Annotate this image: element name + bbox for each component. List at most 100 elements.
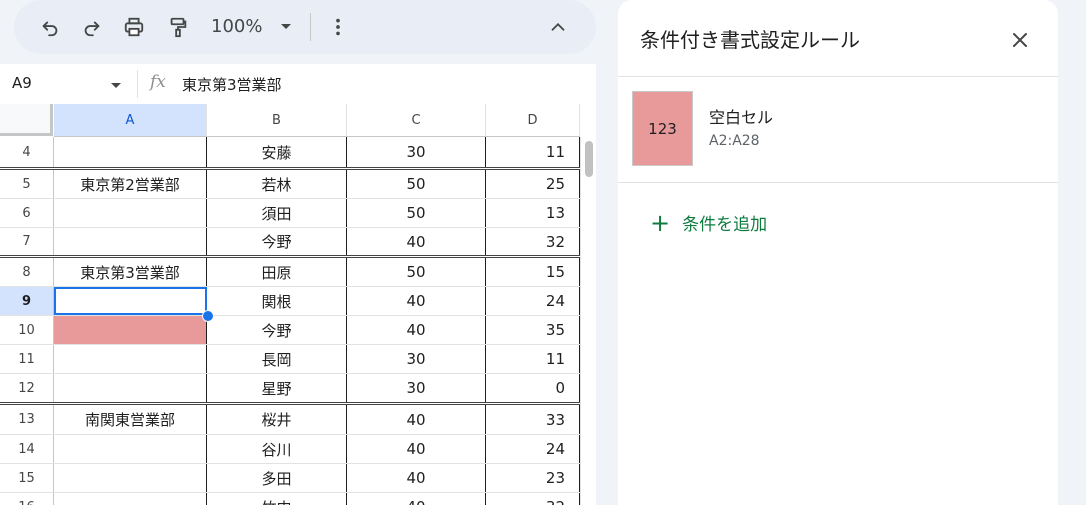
cell-b[interactable]: 安藤 bbox=[207, 137, 347, 167]
table-row: 10 今野 40 35 bbox=[0, 316, 580, 345]
row-header[interactable]: 16 bbox=[0, 493, 54, 505]
row-header[interactable]: 7 bbox=[0, 228, 54, 255]
cell-c[interactable]: 30 bbox=[347, 345, 486, 373]
table-row: 13 南関東営業部 桜井 40 33 bbox=[0, 405, 580, 435]
row-header[interactable]: 13 bbox=[0, 405, 54, 434]
cell-c[interactable]: 40 bbox=[347, 493, 486, 505]
column-header-c[interactable]: C bbox=[347, 104, 486, 137]
cell-b[interactable]: 関根 bbox=[207, 287, 347, 315]
cell-d[interactable]: 11 bbox=[486, 345, 580, 373]
cell-b[interactable]: 田原 bbox=[207, 258, 347, 286]
cell-b[interactable]: 竹内 bbox=[207, 493, 347, 505]
cell-c[interactable]: 40 bbox=[347, 228, 486, 255]
cell-a[interactable] bbox=[54, 199, 207, 227]
cell-d[interactable]: 32 bbox=[486, 228, 580, 255]
column-header-d[interactable]: D bbox=[486, 104, 580, 137]
cell-d[interactable]: 23 bbox=[486, 464, 580, 492]
row-header[interactable]: 10 bbox=[0, 316, 54, 344]
cell-c[interactable]: 30 bbox=[347, 137, 486, 167]
cell-a[interactable] bbox=[54, 137, 207, 167]
paint-format-button[interactable] bbox=[162, 11, 194, 43]
cell-c[interactable]: 40 bbox=[347, 435, 486, 463]
cell-d[interactable]: 24 bbox=[486, 435, 580, 463]
row-header[interactable]: 12 bbox=[0, 374, 54, 402]
cell-b[interactable]: 桜井 bbox=[207, 405, 347, 434]
scrollbar-thumb[interactable] bbox=[585, 141, 593, 177]
cell-c[interactable]: 50 bbox=[347, 199, 486, 227]
column-header-a[interactable]: A bbox=[54, 104, 207, 137]
cell-d[interactable]: 35 bbox=[486, 316, 580, 344]
cell-c[interactable]: 40 bbox=[347, 316, 486, 344]
cell-b[interactable]: 長岡 bbox=[207, 345, 347, 373]
spreadsheet-grid: A B C D 4 安藤 30 11 5 東京第2営業部 若林 50 25 6 … bbox=[0, 104, 596, 505]
select-all-corner[interactable] bbox=[0, 104, 53, 136]
active-cell-a9[interactable] bbox=[54, 287, 207, 315]
cell-b[interactable]: 今野 bbox=[207, 228, 347, 255]
cell-c[interactable]: 30 bbox=[347, 374, 486, 402]
row-header[interactable]: 9 bbox=[0, 287, 54, 315]
row-header[interactable]: 6 bbox=[0, 199, 54, 227]
cell-a[interactable] bbox=[54, 435, 207, 463]
cell-d[interactable]: 11 bbox=[486, 137, 580, 167]
plus-icon: + bbox=[650, 208, 671, 237]
rule-item[interactable]: 123 空白セル A2:A28 bbox=[618, 77, 1058, 182]
cell-d[interactable]: 24 bbox=[486, 287, 580, 315]
more-options-button[interactable] bbox=[322, 11, 354, 43]
cell-c[interactable]: 40 bbox=[347, 464, 486, 492]
close-panel-button[interactable] bbox=[1006, 26, 1034, 54]
cell-d[interactable]: 25 bbox=[486, 170, 580, 198]
name-box[interactable]: A9 bbox=[12, 74, 32, 92]
cell-d[interactable]: 33 bbox=[486, 405, 580, 434]
row-header[interactable]: 11 bbox=[0, 345, 54, 373]
vertical-scrollbar[interactable] bbox=[580, 137, 596, 505]
print-button[interactable] bbox=[118, 11, 150, 43]
row-header[interactable]: 4 bbox=[0, 137, 54, 167]
zoom-level[interactable]: 100% bbox=[211, 16, 262, 37]
cell-b[interactable]: 星野 bbox=[207, 374, 347, 402]
table-row: 4 安藤 30 11 bbox=[0, 137, 580, 170]
collapse-toolbar-button[interactable] bbox=[542, 11, 574, 43]
cell-d[interactable]: 32 bbox=[486, 493, 580, 505]
cell-a[interactable] bbox=[54, 345, 207, 373]
chevron-down-icon[interactable] bbox=[108, 77, 124, 93]
fill-handle[interactable] bbox=[202, 310, 214, 322]
conditional-format-panel: 条件付き書式設定ルール 123 空白セル A2:A28 + 条件を追加 bbox=[618, 0, 1058, 505]
cell-c[interactable]: 40 bbox=[347, 405, 486, 434]
table-row: 7 今野 40 32 bbox=[0, 228, 580, 258]
cell-c[interactable]: 50 bbox=[347, 258, 486, 286]
cell-b[interactable]: 谷川 bbox=[207, 435, 347, 463]
row-header[interactable]: 14 bbox=[0, 435, 54, 463]
cell-a[interactable] bbox=[54, 374, 207, 402]
table-row: 14 谷川 40 24 bbox=[0, 435, 580, 464]
undo-icon bbox=[42, 21, 58, 37]
redo-button[interactable] bbox=[76, 11, 108, 43]
cell-d[interactable]: 0 bbox=[486, 374, 580, 402]
cell-a[interactable] bbox=[54, 464, 207, 492]
row-header[interactable]: 8 bbox=[0, 258, 54, 286]
cell-b[interactable]: 若林 bbox=[207, 170, 347, 198]
formula-divider bbox=[137, 70, 138, 98]
cell-a[interactable]: 南関東営業部 bbox=[54, 405, 207, 434]
cell-d[interactable]: 13 bbox=[486, 199, 580, 227]
column-header-b[interactable]: B bbox=[207, 104, 347, 137]
row-header[interactable]: 5 bbox=[0, 170, 54, 198]
print-icon bbox=[124, 17, 144, 37]
cell-b[interactable]: 今野 bbox=[207, 316, 347, 344]
chevron-down-icon[interactable] bbox=[276, 14, 296, 38]
formula-input[interactable]: 東京第3営業部 bbox=[182, 74, 282, 95]
row-header[interactable]: 15 bbox=[0, 464, 54, 492]
redo-icon bbox=[84, 21, 100, 37]
cell-b[interactable]: 須田 bbox=[207, 199, 347, 227]
cell-a[interactable] bbox=[54, 228, 207, 255]
close-icon bbox=[1013, 33, 1027, 47]
cell-b[interactable]: 多田 bbox=[207, 464, 347, 492]
cell-c[interactable]: 40 bbox=[347, 287, 486, 315]
cell-a[interactable] bbox=[54, 493, 207, 505]
add-rule-button[interactable]: + 条件を追加 bbox=[650, 208, 767, 237]
cell-d[interactable]: 15 bbox=[486, 258, 580, 286]
cell-c[interactable]: 50 bbox=[347, 170, 486, 198]
cell-a[interactable]: 東京第3営業部 bbox=[54, 258, 207, 286]
undo-button[interactable] bbox=[34, 11, 66, 43]
cell-a[interactable]: 東京第2営業部 bbox=[54, 170, 207, 198]
highlighted-cell-a10[interactable] bbox=[54, 316, 207, 344]
